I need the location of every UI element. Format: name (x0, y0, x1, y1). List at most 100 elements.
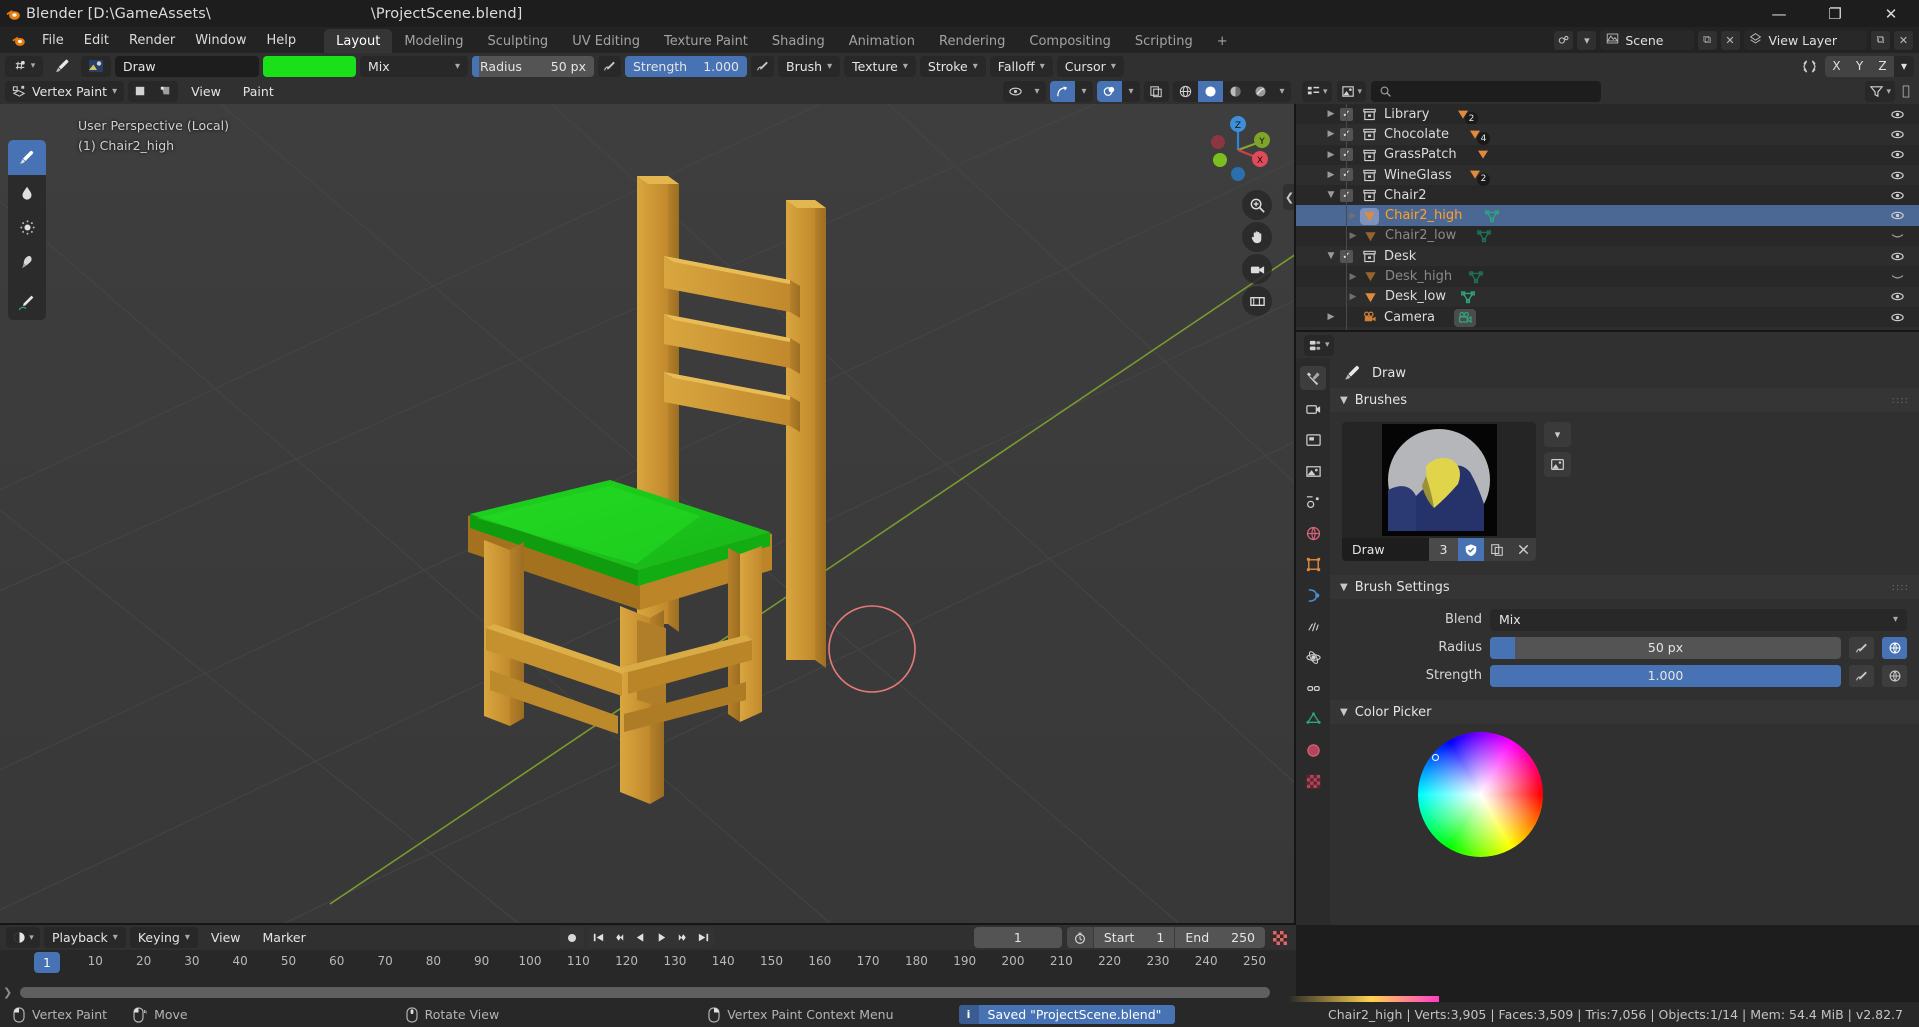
brush-datablock-name[interactable]: Draw (1342, 542, 1429, 557)
radius-setting-slider[interactable]: 50 px (1490, 636, 1841, 659)
eye-closed-icon[interactable] (1889, 269, 1905, 284)
symmetry-y-button[interactable]: Y (1848, 55, 1871, 77)
radius-pressure-icon[interactable] (598, 55, 621, 77)
brush-preview-toggle-button[interactable] (1544, 452, 1571, 477)
disclosure-triangle-right-icon[interactable]: ▶ (1324, 312, 1338, 322)
jump-to-end-button[interactable] (693, 927, 714, 948)
current-frame-field[interactable]: 1 (973, 927, 1062, 948)
disclosure-triangle-right-icon[interactable]: ▶ (1346, 231, 1360, 241)
timeline-menu-playback[interactable]: Playback ▾ (44, 927, 126, 948)
play-reverse-button[interactable] (630, 927, 651, 948)
view-layer-selector[interactable]: View Layer (1743, 30, 1867, 50)
tab-output[interactable] (1300, 428, 1326, 452)
falloff-menu[interactable]: Falloff ▾ (989, 55, 1053, 77)
panel-brushes-header[interactable]: ▼ Brushes :::: (1330, 388, 1919, 412)
status-report[interactable]: i Saved "ProjectScene.blend" (958, 1005, 1176, 1024)
disclosure-triangle-right-icon[interactable]: ▶ (1346, 292, 1360, 302)
timeline-ruler[interactable]: 10 20 30 40 50 60 70 80 90 100 110 120 130 140 150 160 1… (0, 950, 1296, 976)
editor-type-selector[interactable]: ▾ (6, 927, 40, 948)
tool-preset-selector[interactable]: ▾ (5, 55, 43, 77)
outliner-search-input[interactable] (1371, 81, 1602, 102)
blend-setting-dropdown[interactable]: Mix ▾ (1490, 608, 1907, 631)
strength-slider[interactable]: Strength 1.000 (625, 55, 747, 77)
strength-unit-toggle[interactable] (1882, 664, 1907, 687)
play-button[interactable] (651, 927, 672, 948)
eye-open-icon[interactable] (1889, 107, 1905, 122)
panel-color-picker-header[interactable]: ▼ Color Picker (1330, 700, 1919, 724)
disclosure-triangle-right-icon[interactable]: ▶ (1346, 272, 1360, 282)
duplicate-brush-button[interactable] (1484, 538, 1510, 561)
outliner-row-chair2[interactable]: ▼✓Chair2 (1296, 185, 1919, 205)
mode-selector[interactable]: Vertex Paint ▾ (5, 81, 125, 102)
new-scene-button[interactable]: ⧉ (1697, 30, 1717, 50)
tab-material[interactable] (1300, 738, 1326, 762)
symmetry-chevron-down-icon[interactable]: ▾ (1894, 55, 1914, 77)
radius-slider[interactable]: Radius 50 px (472, 55, 594, 77)
use-preview-range-icon[interactable] (1066, 927, 1093, 948)
strength-pressure-toggle[interactable] (1849, 664, 1874, 687)
tab-world[interactable] (1300, 521, 1326, 545)
symmetry-x-button[interactable]: X (1825, 55, 1848, 77)
toggle-xray-button[interactable] (1144, 81, 1169, 102)
tool-annotate-button[interactable] (8, 285, 46, 320)
previous-keyframe-button[interactable] (609, 927, 630, 948)
disclosure-triangle-right-icon[interactable]: ▶ (1324, 170, 1338, 180)
camera-view-button[interactable] (1242, 254, 1272, 284)
render-engine-icon[interactable] (1554, 30, 1574, 50)
disclosure-triangle-right-icon[interactable]: ▶ (1324, 129, 1338, 139)
texture-menu[interactable]: Texture ▾ (844, 55, 916, 77)
disclosure-triangle-down-icon[interactable]: ▼ (1324, 251, 1338, 261)
eye-open-icon[interactable] (1889, 147, 1905, 162)
eye-open-icon[interactable] (1889, 188, 1905, 203)
timeline-menu-marker[interactable]: Marker (254, 928, 315, 947)
unlink-brush-button[interactable] (1510, 538, 1536, 561)
menu-help[interactable]: Help (257, 30, 307, 51)
color-wheel-cursor[interactable] (1432, 754, 1439, 761)
auto-keying-button[interactable] (560, 927, 584, 948)
toggle-perspective-button[interactable] (1242, 286, 1272, 316)
unlink-scene-button[interactable]: ✕ (1720, 30, 1740, 50)
end-frame-field[interactable]: End 250 (1174, 927, 1265, 948)
workspace-tab-layout[interactable]: Layout (324, 29, 393, 53)
properties-editor-type-selector[interactable]: ▾ (1304, 334, 1334, 356)
disclosure-triangle-right-icon[interactable]: ▶ (1324, 150, 1338, 160)
outliner-row-desk[interactable]: ▼✓Desk (1296, 246, 1919, 267)
workspace-tab-add[interactable]: + (1205, 29, 1240, 53)
workspace-tab-shading[interactable]: Shading (760, 29, 837, 53)
minimize-button[interactable]: — (1751, 0, 1807, 27)
tab-object-data[interactable] (1300, 707, 1326, 731)
outliner-filter-button[interactable]: ▾ (1865, 81, 1895, 102)
radius-pressure-toggle[interactable] (1849, 636, 1874, 659)
eye-open-icon[interactable] (1889, 310, 1905, 325)
navigation-gizmo[interactable]: Z Y X (1202, 114, 1274, 186)
panel-brush-settings-header[interactable]: ▼ Brush Settings :::: (1330, 575, 1919, 599)
tab-tool[interactable] (1300, 366, 1326, 390)
properties-body[interactable]: Draw ▼ Brushes :::: Draw 3 ▾ ▼ Brush Set… (1330, 358, 1919, 925)
menu-file[interactable]: File (32, 30, 74, 51)
new-view-layer-button[interactable]: ⧉ (1871, 30, 1890, 50)
fake-user-toggle[interactable] (1458, 538, 1484, 561)
outliner-tree[interactable]: ▶✓Library2▶✓Chocolate4▶✓GrassPatch▶✓Wine… (1296, 104, 1919, 332)
brush-menu[interactable]: Brush ▾ (778, 55, 841, 77)
browse-brush-button[interactable]: ▾ (1544, 422, 1571, 447)
workspace-tab-modeling[interactable]: Modeling (392, 29, 475, 53)
material-shading-button[interactable] (1223, 81, 1248, 102)
move-view-button[interactable] (1242, 222, 1272, 252)
tab-modifiers[interactable] (1300, 583, 1326, 607)
workspace-tab-animation[interactable]: Animation (837, 29, 927, 53)
tab-texture[interactable] (1300, 769, 1326, 793)
brush-users-count[interactable]: 3 (1429, 538, 1458, 561)
vertex-mask-toggle[interactable] (153, 81, 178, 102)
workspace-tab-sculpting[interactable]: Sculpting (475, 29, 560, 53)
workspace-tab-uv-editing[interactable]: UV Editing (560, 29, 652, 53)
tab-view-layer[interactable] (1300, 459, 1326, 483)
strength-setting-slider[interactable]: 1.000 (1490, 664, 1841, 687)
outliner-display-mode-selector[interactable]: ▾ (1302, 81, 1332, 102)
zoom-view-button[interactable] (1242, 190, 1272, 220)
outliner-row-library[interactable]: ▶✓Library2 (1296, 104, 1919, 125)
next-keyframe-button[interactable] (672, 927, 693, 948)
tool-blur-button[interactable] (8, 175, 46, 210)
maximize-button[interactable]: ❐ (1807, 0, 1863, 27)
outliner-row-desk-low[interactable]: ▶ Desk_low (1296, 286, 1919, 307)
timeline-playhead[interactable]: 1 (34, 952, 60, 973)
